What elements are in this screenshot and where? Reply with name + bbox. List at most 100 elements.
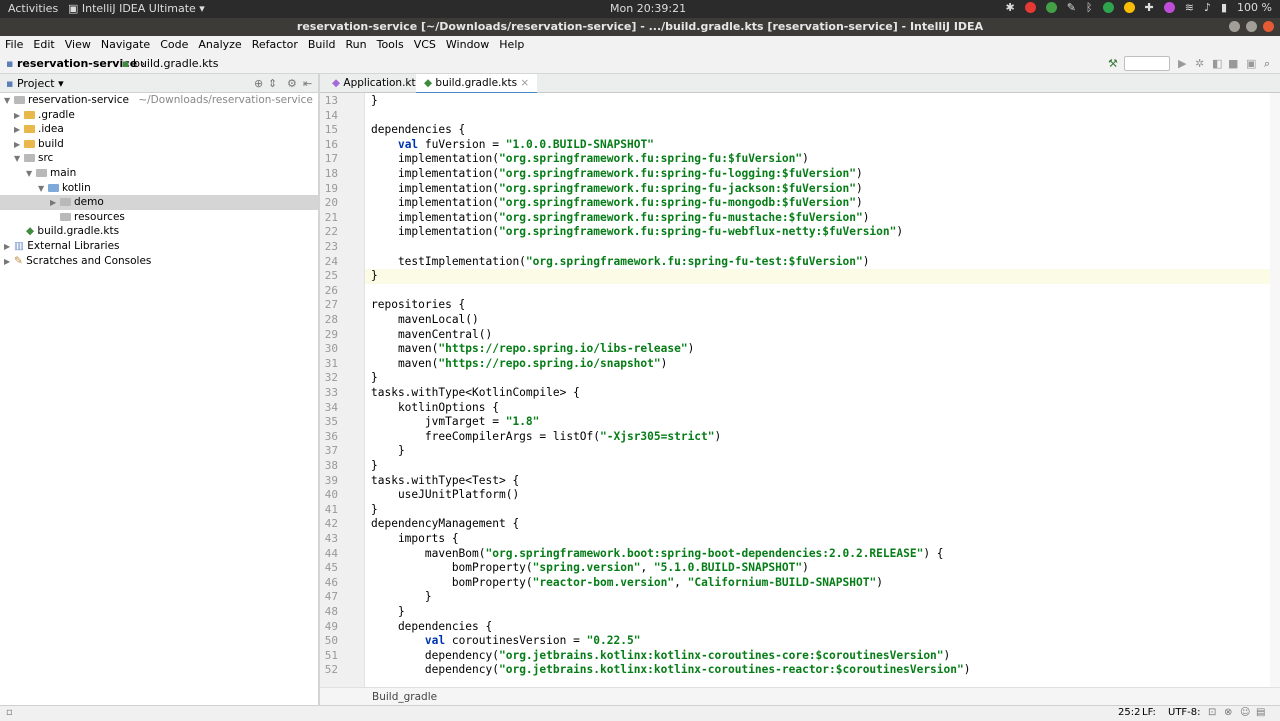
sync-icon[interactable] — [1102, 2, 1114, 13]
tree-item-scratches[interactable]: ▶ ✎ Scratches and Consoles — [0, 254, 318, 269]
debug-icon[interactable]: ✲ — [1195, 57, 1204, 70]
code-editor[interactable]: } dependencies { val fuVersion = "1.0.0.B… — [365, 93, 1270, 687]
pen-icon[interactable]: ✎ — [1067, 1, 1076, 14]
expand-arrow-icon[interactable]: ▼ — [14, 151, 24, 166]
file-encoding[interactable]: UTF-8: — [1168, 707, 1201, 718]
coverage-icon[interactable]: ◧ — [1212, 57, 1222, 70]
code-line[interactable]: dependencies { — [371, 123, 465, 138]
code-line[interactable]: repositories { — [371, 298, 465, 313]
code-line[interactable]: tasks.withType<KotlinCompile> { — [371, 386, 580, 401]
expand-arrow-icon[interactable]: ▼ — [26, 166, 36, 181]
tab-build-gradle-kts[interactable]: ◆ build.gradle.kts × — [416, 74, 538, 94]
editor-breadcrumb[interactable]: Build_gradle — [372, 691, 437, 703]
menu-navigate[interactable]: Navigate — [96, 36, 155, 54]
bluetooth-icon[interactable]: ᛒ — [1086, 1, 1093, 14]
tree-item-kotlin[interactable]: ▼ kotlin — [0, 181, 318, 196]
run-config-select[interactable] — [1124, 56, 1170, 71]
tab-application-kt[interactable]: ◆ Application.kt — [324, 74, 424, 92]
code-line[interactable]: } — [365, 269, 1270, 284]
code-line[interactable]: mavenCentral() — [371, 328, 492, 343]
wifi-icon[interactable]: ≋ — [1185, 1, 1194, 14]
build-hammer-icon[interactable]: ⚒ — [1108, 57, 1118, 70]
collapse-arrow-icon[interactable]: ▶ — [4, 239, 14, 254]
code-line[interactable]: mavenBom("org.springframework.boot:sprin… — [371, 547, 944, 562]
expand-arrow-icon[interactable]: ▼ — [38, 181, 48, 196]
collapse-arrow-icon[interactable]: ▶ — [4, 254, 14, 269]
tree-item-src[interactable]: ▼ src — [0, 151, 318, 166]
code-line[interactable]: dependencyManagement { — [371, 517, 519, 532]
menu-refactor[interactable]: Refactor — [247, 36, 303, 54]
tree-item-resources[interactable]: resources — [0, 210, 318, 225]
stop-icon[interactable]: ■ — [1228, 57, 1238, 70]
close-tab-icon[interactable]: × — [520, 77, 529, 89]
code-line[interactable]: } — [371, 371, 378, 386]
code-line[interactable]: kotlinOptions { — [371, 401, 499, 416]
menu-vcs[interactable]: VCS — [409, 36, 441, 54]
accessibility-icon[interactable]: ✱ — [1005, 1, 1014, 14]
expand-arrow-icon[interactable]: ▼ — [4, 93, 14, 108]
tool-window-toggle-icon[interactable]: ▫ — [6, 707, 13, 718]
caret-position[interactable]: 25:2 — [1118, 707, 1140, 718]
inspector-icon[interactable]: ☺ — [1240, 707, 1250, 718]
code-line[interactable]: val coroutinesVersion = "0.22.5" — [371, 634, 641, 649]
collapse-arrow-icon[interactable]: ▶ — [14, 108, 24, 123]
code-line[interactable]: imports { — [371, 532, 459, 547]
tree-item-build-gradle[interactable]: ◆ build.gradle.kts — [0, 224, 318, 239]
menu-tools[interactable]: Tools — [372, 36, 409, 54]
code-line[interactable]: } — [371, 459, 378, 474]
menu-code[interactable]: Code — [155, 36, 193, 54]
collapse-arrow-icon[interactable]: ▶ — [50, 195, 60, 210]
tree-item-build[interactable]: ▶ build — [0, 137, 318, 152]
line-separator[interactable]: LF: — [1142, 707, 1156, 718]
code-line[interactable]: maven("https://repo.spring.io/snapshot") — [371, 357, 667, 372]
code-line[interactable]: freeCompilerArgs = listOf("-Xjsr305=stri… — [371, 430, 721, 445]
minimize-button[interactable] — [1229, 21, 1240, 32]
menu-window[interactable]: Window — [441, 36, 494, 54]
code-line[interactable]: tasks.withType<Test> { — [371, 474, 519, 489]
editor-scrollbar[interactable] — [1270, 93, 1280, 687]
tree-item-gradle[interactable]: ▶ .gradle — [0, 108, 318, 123]
code-line[interactable]: } — [371, 444, 405, 459]
maximize-button[interactable] — [1246, 21, 1257, 32]
code-line[interactable]: implementation("org.springframework.fu:s… — [371, 225, 903, 240]
code-line[interactable]: implementation("org.springframework.fu:s… — [371, 211, 870, 226]
collapse-arrow-icon[interactable]: ▶ — [14, 137, 24, 152]
puzzle-icon[interactable]: ✚ — [1145, 1, 1154, 14]
code-line[interactable]: bomProperty("spring.version", "5.1.0.BUI… — [371, 561, 809, 576]
code-line[interactable]: testImplementation("org.springframework.… — [371, 255, 870, 270]
code-line[interactable]: jvmTarget = "1.8" — [371, 415, 540, 430]
code-line[interactable]: val fuVersion = "1.0.0.BUILD-SNAPSHOT" — [371, 138, 654, 153]
code-line[interactable]: dependency("org.jetbrains.kotlinx:kotlin… — [371, 663, 971, 678]
app-tray-icon[interactable] — [1163, 2, 1175, 13]
tree-item-idea[interactable]: ▶ .idea — [0, 122, 318, 137]
code-line[interactable]: mavenLocal() — [371, 313, 479, 328]
search-icon[interactable]: ⌕ — [1264, 57, 1270, 71]
code-line[interactable]: implementation("org.springframework.fu:s… — [371, 152, 809, 167]
menu-view[interactable]: View — [60, 36, 96, 54]
breadcrumb-file[interactable]: ▪ build.gradle.kts — [122, 57, 218, 70]
tree-item-root[interactable]: ▼ reservation-service ~/Downloads/reserva… — [0, 93, 318, 108]
locate-icon[interactable]: ⊕ — [254, 77, 263, 90]
battery-icon[interactable]: ▮ — [1221, 1, 1227, 14]
code-line[interactable]: implementation("org.springframework.fu:s… — [371, 167, 863, 182]
code-line[interactable]: useJUnitPlatform() — [371, 488, 519, 503]
code-line[interactable]: } — [371, 605, 405, 620]
record-icon[interactable] — [1024, 2, 1036, 13]
code-line[interactable]: dependency("org.jetbrains.kotlinx:kotlin… — [371, 649, 950, 664]
git-icon[interactable]: ⊗ — [1224, 707, 1232, 718]
tree-item-demo[interactable]: ▶ demo — [0, 195, 318, 211]
menu-analyze[interactable]: Analyze — [193, 36, 246, 54]
menu-help[interactable]: Help — [494, 36, 529, 54]
code-line[interactable]: implementation("org.springframework.fu:s… — [371, 182, 863, 197]
clock[interactable]: Mon 20:39:21 — [610, 2, 686, 15]
chrome-icon[interactable] — [1123, 2, 1135, 13]
menu-file[interactable]: File — [0, 36, 28, 54]
status-icon[interactable] — [1045, 2, 1057, 13]
project-view-selector[interactable]: ▪ Project ▾ — [6, 77, 64, 90]
code-line[interactable]: dependencies { — [371, 620, 492, 635]
collapse-icon[interactable]: ⇕ — [268, 77, 277, 90]
volume-icon[interactable]: ♪ — [1204, 1, 1211, 14]
hide-panel-icon[interactable]: ⇤ — [303, 77, 312, 90]
code-line[interactable]: implementation("org.springframework.fu:s… — [371, 196, 863, 211]
code-line[interactable]: maven("https://repo.spring.io/libs-relea… — [371, 342, 694, 357]
